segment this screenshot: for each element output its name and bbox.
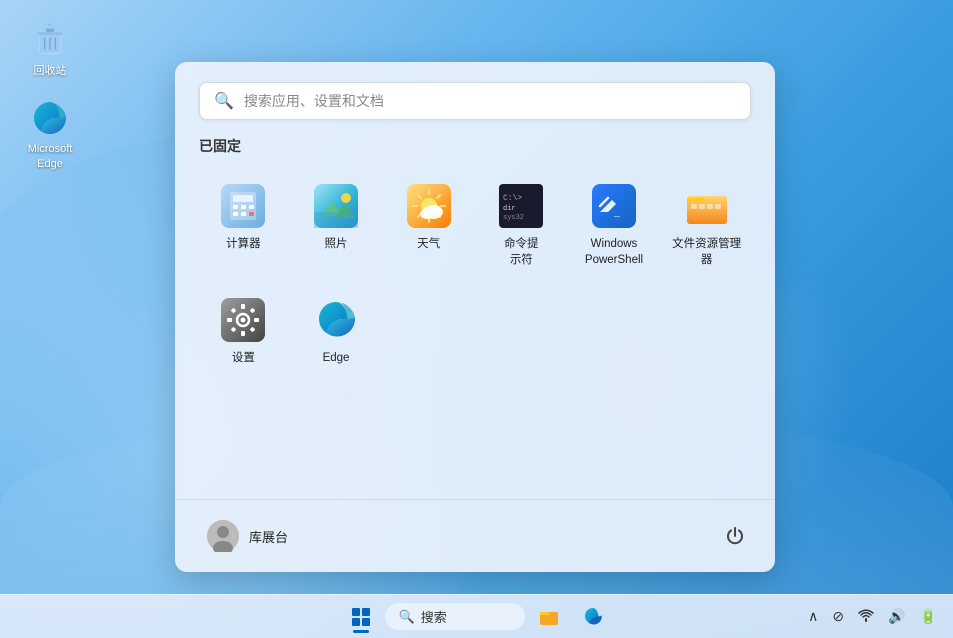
search-bar-container: 🔍 搜索应用、设置和文档	[175, 62, 775, 136]
taskbar-search-icon: 🔍	[399, 609, 415, 625]
recycle-bin-icon	[30, 20, 70, 60]
weather-icon	[405, 182, 453, 230]
user-name: 库展台	[249, 527, 288, 546]
user-avatar	[207, 520, 239, 552]
svg-text:sys32: sys32	[503, 214, 524, 222]
pinned-section-label: 已固定	[199, 136, 751, 156]
edge-desktop-icon	[30, 98, 70, 138]
calculator-icon	[219, 182, 267, 230]
settings-icon	[219, 296, 267, 344]
desktop-icon-recycle-bin[interactable]: 回收站	[15, 20, 85, 78]
pinned-item-cmd[interactable]: C:\> dir sys32 命令提示符	[477, 172, 566, 278]
pinned-item-settings[interactable]: 设置	[199, 286, 288, 376]
fileexplorer-label: 文件资源管理器	[668, 236, 745, 268]
pinned-item-weather[interactable]: 天气	[384, 172, 473, 278]
desktop-icons-area: 回收站 MicrosoftEdge	[15, 20, 85, 171]
start-menu: 🔍 搜索应用、设置和文档 已固定	[175, 62, 775, 572]
svg-text:_: _	[613, 209, 621, 220]
powershell-icon: _	[590, 182, 638, 230]
taskbar-volume-icon[interactable]: 🔊	[884, 604, 909, 629]
desktop-icon-edge[interactable]: MicrosoftEdge	[15, 98, 85, 171]
taskbar-network-icon[interactable]: ⊘	[828, 604, 848, 629]
search-bar[interactable]: 🔍 搜索应用、设置和文档	[199, 82, 751, 120]
fileexplorer-icon	[683, 182, 731, 230]
pinned-item-photos[interactable]: 照片	[292, 172, 381, 278]
taskbar-search-bar[interactable]: 🔍 搜索	[385, 603, 525, 630]
power-button[interactable]	[719, 520, 751, 552]
pinned-item-powershell[interactable]: _ WindowsPowerShell	[570, 172, 659, 278]
pinned-item-edge[interactable]: Edge	[292, 286, 381, 376]
start-menu-bottom: 库展台	[175, 499, 775, 572]
weather-label: 天气	[417, 236, 440, 252]
taskbar-wifi-icon[interactable]	[854, 603, 878, 630]
svg-text:dir: dir	[503, 205, 516, 213]
settings-label: 设置	[232, 350, 255, 366]
calculator-label: 计算器	[226, 236, 261, 252]
taskbar-center-items: 🔍 搜索	[341, 598, 613, 636]
edge-pinned-label: Edge	[323, 350, 350, 366]
taskbar-chevron-icon[interactable]: ∧	[804, 604, 822, 629]
recycle-bin-label: 回收站	[34, 64, 67, 78]
cmd-icon: C:\> dir sys32	[497, 182, 545, 230]
taskbar-search-label: 搜索	[421, 607, 447, 626]
taskbar-right-area: ∧ ⊘ 🔊 🔋	[804, 603, 941, 630]
search-placeholder-text: 搜索应用、设置和文档	[244, 91, 736, 111]
taskbar-battery-icon[interactable]: 🔋	[916, 604, 941, 629]
pinned-item-calculator[interactable]: 计算器	[199, 172, 288, 278]
pinned-apps-grid: 计算器 照片	[199, 172, 751, 376]
edge-pinned-icon	[312, 296, 360, 344]
pinned-item-fileexplorer[interactable]: 文件资源管理器	[662, 172, 751, 278]
powershell-label: WindowsPowerShell	[585, 236, 643, 268]
svg-text:C:\>: C:\>	[503, 194, 522, 203]
user-section[interactable]: 库展台	[199, 514, 296, 558]
taskbar-file-explorer-button[interactable]	[529, 598, 569, 636]
photos-label: 照片	[324, 236, 347, 252]
cmd-label: 命令提示符	[504, 236, 539, 268]
taskbar: 🔍 搜索 ∧	[0, 594, 953, 638]
photos-icon	[312, 182, 360, 230]
pinned-section: 已固定	[175, 136, 775, 499]
search-icon: 🔍	[214, 91, 234, 111]
taskbar-edge-button[interactable]	[573, 598, 613, 636]
taskbar-start-button[interactable]	[341, 598, 381, 636]
edge-desktop-label: MicrosoftEdge	[28, 142, 73, 171]
